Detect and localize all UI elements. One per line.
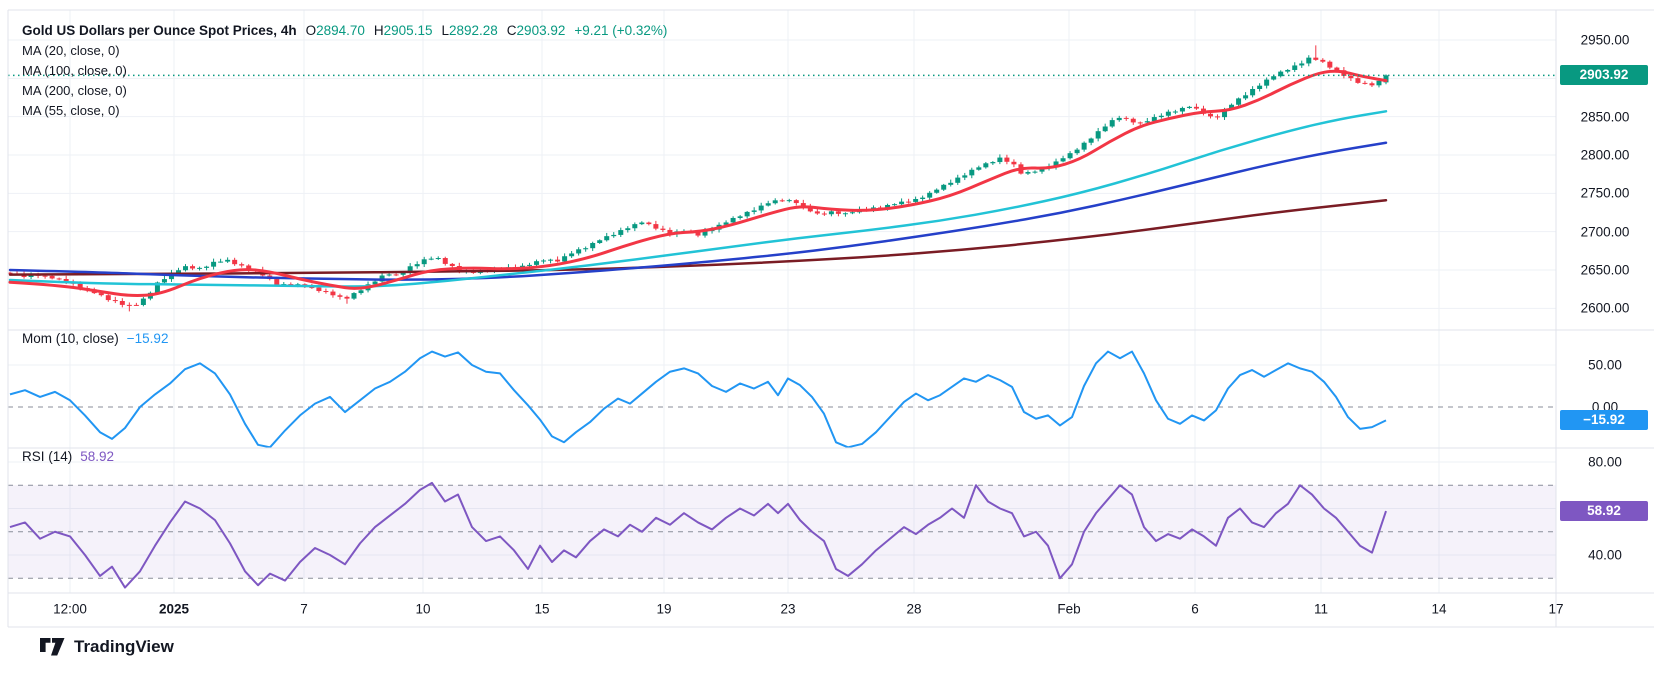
indicator-label-ma20[interactable]: MA (20, close, 0) xyxy=(22,41,667,61)
time-axis-label: 2025 xyxy=(159,602,189,617)
price-axis-label: 2600.00 xyxy=(1581,301,1630,316)
indicator-label-ma100[interactable]: MA (100, close, 0) xyxy=(22,61,667,81)
momentum-badge: −15.92 xyxy=(1560,410,1648,430)
time-axis-label: 15 xyxy=(534,602,549,617)
momentum-value: −15.92 xyxy=(127,331,169,346)
rsi-axis-label: 80.00 xyxy=(1588,455,1622,470)
tradingview-logo-icon xyxy=(40,638,65,657)
time-axis-label: Feb xyxy=(1057,602,1080,617)
tradingview-logo[interactable]: TradingView xyxy=(40,637,174,657)
time-axis-label: 28 xyxy=(906,602,921,617)
last-price-badge: 2903.92 xyxy=(1560,65,1648,85)
ohlc-close-value: 2903.92 xyxy=(517,23,566,38)
ohlc-close-label: C xyxy=(507,23,517,38)
ma-55-line[interactable] xyxy=(10,111,1386,286)
indicator-label-ma200[interactable]: MA (200, close, 0) xyxy=(22,81,667,101)
symbol-title: Gold US Dollars per Ounce Spot Prices, 4… xyxy=(22,23,297,38)
tradingview-logo-text: TradingView xyxy=(74,637,174,657)
time-axis-label: 10 xyxy=(415,602,430,617)
rsi-badge: 58.92 xyxy=(1560,501,1648,521)
ohlc-open-value: 2894.70 xyxy=(316,23,365,38)
indicator-label-ma55[interactable]: MA (55, close, 0) xyxy=(22,101,667,121)
ohlc-low-label: L xyxy=(441,23,449,38)
time-axis-label: 12:00 xyxy=(53,602,87,617)
symbol-title-row[interactable]: Gold US Dollars per Ounce Spot Prices, 4… xyxy=(22,21,667,41)
time-axis-label: 14 xyxy=(1431,602,1446,617)
ohlc-change: +9.21 (+0.32%) xyxy=(574,23,667,38)
rsi-legend[interactable]: RSI (14) 58.92 xyxy=(22,449,114,464)
time-axis-label: 19 xyxy=(656,602,671,617)
price-axis-label: 2650.00 xyxy=(1581,263,1630,278)
time-axis-label: 7 xyxy=(300,602,308,617)
ohlc-open-label: O xyxy=(306,23,317,38)
rsi-axis-label: 40.00 xyxy=(1588,548,1622,563)
price-axis-label: 2950.00 xyxy=(1581,33,1630,48)
rsi-label: RSI (14) xyxy=(22,449,72,464)
momentum-label: Mom (10, close) xyxy=(22,331,119,346)
price-axis-label: 2700.00 xyxy=(1581,224,1630,239)
tradingview-chart: Gold US Dollars per Ounce Spot Prices, 4… xyxy=(0,0,1654,674)
price-axis-label: 2750.00 xyxy=(1581,186,1630,201)
price-axis-label: 2850.00 xyxy=(1581,109,1630,124)
rsi-value: 58.92 xyxy=(80,449,114,464)
time-axis-label: 23 xyxy=(780,602,795,617)
price-axis-label: 2800.00 xyxy=(1581,148,1630,163)
ohlc-high-value: 2905.15 xyxy=(384,23,433,38)
time-axis-label: 11 xyxy=(1314,602,1328,617)
time-axis-label: 6 xyxy=(1191,602,1199,617)
ohlc-low-value: 2892.28 xyxy=(449,23,498,38)
momentum-line[interactable] xyxy=(10,352,1386,448)
main-legend: Gold US Dollars per Ounce Spot Prices, 4… xyxy=(22,21,667,121)
momentum-axis-label: 50.00 xyxy=(1588,358,1622,373)
ohlc-high-label: H xyxy=(374,23,384,38)
momentum-legend[interactable]: Mom (10, close) −15.92 xyxy=(22,331,168,346)
time-axis-label: 17 xyxy=(1548,602,1563,617)
